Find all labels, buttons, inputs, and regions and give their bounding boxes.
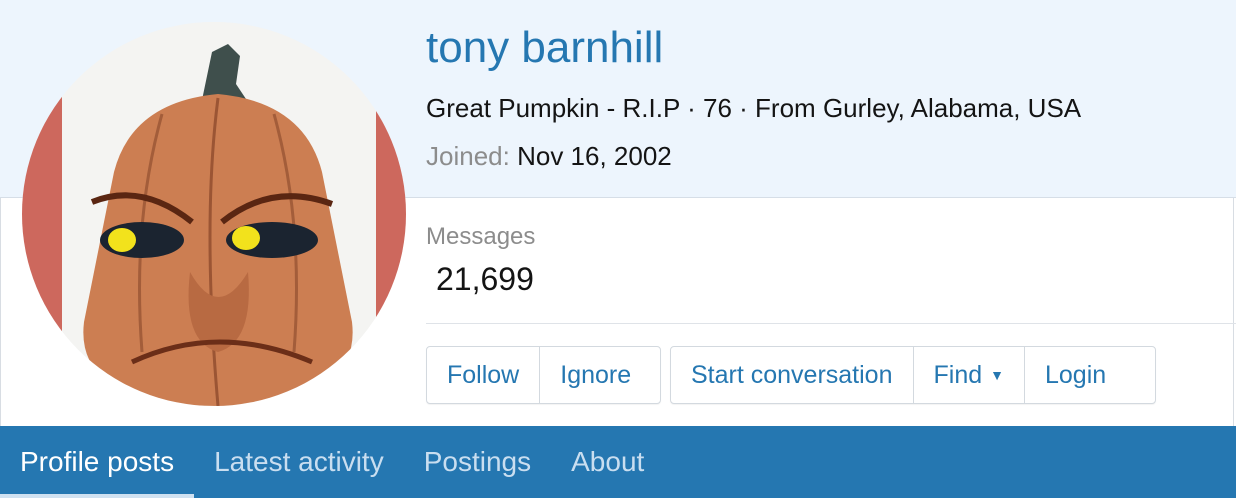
joined-label: Joined:: [426, 141, 510, 171]
tab-about[interactable]: About: [551, 426, 664, 498]
tab-profile-posts[interactable]: Profile posts: [0, 426, 195, 498]
location-link[interactable]: Gurley, Alabama, USA: [823, 93, 1081, 123]
avatar[interactable]: [22, 22, 406, 406]
user-title: Great Pumpkin - R.I.P: [426, 93, 680, 123]
messages-count[interactable]: 21,699: [436, 260, 534, 298]
tab-postings[interactable]: Postings: [404, 426, 551, 498]
separator: ·: [739, 93, 748, 123]
joined-line: Joined: Nov 16, 2002: [426, 140, 672, 172]
divider: [426, 323, 1236, 324]
follow-button[interactable]: Follow: [427, 347, 539, 403]
tab-latest-activity[interactable]: Latest activity: [194, 426, 404, 498]
location-prefix: From: [755, 93, 816, 123]
joined-date: Nov 16, 2002: [517, 141, 672, 171]
find-button[interactable]: Find ▼: [912, 347, 1025, 403]
start-conversation-button[interactable]: Start conversation: [671, 347, 913, 403]
separator: ·: [687, 93, 696, 123]
messages-label: Messages: [426, 223, 536, 250]
login-button[interactable]: Login: [1024, 347, 1126, 403]
pumpkin-avatar-image: [22, 22, 406, 406]
find-label: Find: [933, 360, 983, 389]
profile-tabs: Profile posts Latest activity Postings A…: [0, 426, 1236, 498]
follow-ignore-group: Follow Ignore: [426, 346, 661, 404]
profile-actions-group: Start conversation Find ▼ Login: [670, 346, 1156, 404]
profile-info-line: Great Pumpkin - R.I.P · 76 · From Gurley…: [426, 92, 1081, 124]
caret-down-icon: ▼: [990, 367, 1004, 383]
user-age: 76: [702, 93, 732, 123]
profile-name: tony barnhill: [426, 23, 664, 72]
ignore-button[interactable]: Ignore: [539, 347, 651, 403]
